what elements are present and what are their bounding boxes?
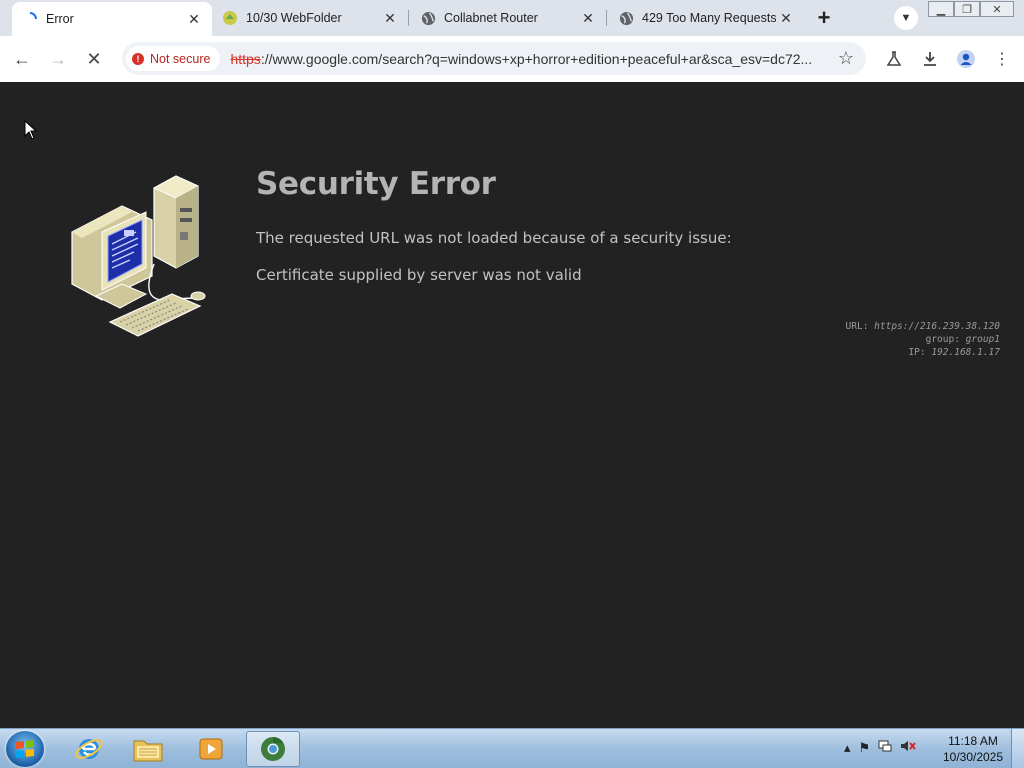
tab-separator (408, 10, 409, 26)
mouse-cursor-icon (24, 120, 38, 140)
system-tray: ▴ ⚑ (844, 739, 916, 756)
tab-separator (606, 10, 607, 26)
volume-muted-icon[interactable] (900, 739, 916, 756)
forward-button[interactable]: → (44, 45, 72, 73)
media-player-icon (199, 738, 223, 760)
taskbar-clock[interactable]: 11:18 AM 10/30/2025 (936, 733, 1010, 765)
url-detail: URL: https://216.239.38.120 (846, 320, 1000, 333)
bookmark-star-icon[interactable]: ☆ (838, 48, 854, 69)
chrome-icon (261, 737, 285, 761)
folder-icon (133, 740, 163, 762)
chevron-down-icon: ▼ (900, 12, 912, 24)
tab-webfolder[interactable]: 10/30 WebFolder ✕ (212, 0, 408, 36)
url-text[interactable]: https://www.google.com/search?q=windows+… (230, 51, 826, 67)
arrow-right-icon: → (49, 48, 67, 69)
close-tab-icon[interactable]: ✕ (578, 8, 598, 28)
close-tab-icon[interactable]: ✕ (380, 8, 400, 28)
minimize-button[interactable]: ▁ (928, 1, 954, 17)
url-detail-value: https://216.239.38.120 (874, 321, 1000, 332)
profile-avatar-icon[interactable] (952, 45, 980, 73)
download-icon[interactable] (916, 45, 944, 73)
clock-time: 11:18 AM (948, 734, 998, 748)
loading-spinner-icon (22, 11, 38, 27)
restore-button[interactable]: ❐ (954, 1, 980, 17)
tab-collabnet-router[interactable]: Collabnet Router ✕ (410, 0, 606, 36)
start-button[interactable] (6, 731, 44, 767)
tab-error[interactable]: Error ✕ (12, 2, 212, 36)
taskbar-chrome[interactable] (246, 731, 300, 767)
warning-icon: ! (132, 52, 144, 65)
ip-detail-label: IP: (908, 347, 926, 358)
windows-taskbar: ▴ ⚑ 11:18 AM 10/30/2025 (0, 728, 1024, 768)
stop-loading-button[interactable]: ✕ (80, 45, 108, 73)
new-tab-button[interactable]: + (812, 5, 836, 30)
ip-detail-value: 192.168.1.17 (931, 347, 1000, 358)
close-tab-icon[interactable]: ✕ (776, 8, 796, 28)
close-tab-icon[interactable]: ✕ (184, 9, 204, 29)
minimize-icon: ▁ (936, 3, 946, 16)
close-window-button[interactable]: ✕ (980, 1, 1014, 17)
labs-flask-icon[interactable] (880, 45, 908, 73)
clock-date: 10/30/2025 (942, 750, 1004, 764)
globe-icon (618, 10, 634, 26)
group-detail: group: group1 (846, 333, 1000, 346)
globe-icon (420, 10, 436, 26)
chevron-up-icon[interactable]: ▴ (844, 740, 851, 756)
address-bar[interactable]: ! Not secure https://www.google.com/sear… (122, 42, 866, 75)
taskbar-media-player[interactable] (184, 731, 238, 767)
security-chip[interactable]: ! Not secure (126, 46, 221, 71)
taskbar-internet-explorer[interactable] (62, 731, 116, 767)
webfolder-icon (222, 10, 238, 26)
computer-illustration-icon (71, 175, 206, 337)
ip-detail: IP: 192.168.1.17 (846, 346, 1000, 359)
arrow-left-icon: ← (13, 48, 31, 69)
back-button[interactable]: ← (8, 45, 36, 73)
error-reason: Certificate supplied by server was not v… (256, 266, 582, 284)
error-message: The requested URL was not loaded because… (256, 229, 732, 247)
restore-icon: ❐ (962, 3, 972, 16)
url-scheme: https (230, 50, 261, 67)
tab-title: 10/30 WebFolder (246, 11, 342, 25)
security-chip-label: Not secure (150, 51, 211, 66)
tab-strip: Error ✕ 10/30 WebFolder ✕ Collabnet Rout… (0, 0, 1024, 36)
tab-title: 429 Too Many Requests (642, 11, 776, 25)
menu-kebab-icon[interactable]: ⋮ (988, 45, 1016, 73)
tab-title: Collabnet Router (444, 11, 538, 25)
request-details: URL: https://216.239.38.120 group: group… (846, 320, 1000, 359)
group-detail-value: group1 (965, 334, 1000, 345)
tab-search-button[interactable]: ▼ (894, 6, 918, 30)
close-icon: ✕ (992, 3, 1002, 16)
close-icon: ✕ (86, 48, 102, 69)
windows-logo-icon (16, 740, 34, 758)
error-title: Security Error (256, 166, 496, 202)
internet-explorer-icon (75, 739, 103, 759)
action-center-flag-icon[interactable]: ⚑ (859, 740, 871, 756)
tab-too-many-requests[interactable]: 429 Too Many Requests ✕ (608, 0, 804, 36)
browser-toolbar: ← → ✕ ! Not secure https://www.google.co… (0, 36, 1024, 83)
group-detail-label: group: (925, 334, 960, 345)
taskbar-file-explorer[interactable] (121, 731, 175, 767)
url-detail-label: URL: (845, 321, 869, 332)
tab-title: Error (46, 12, 74, 26)
show-desktop-button[interactable] (1011, 729, 1024, 768)
network-icon[interactable] (878, 739, 892, 756)
url-rest: ://www.google.com/search?q=windows+xp+ho… (260, 50, 813, 67)
